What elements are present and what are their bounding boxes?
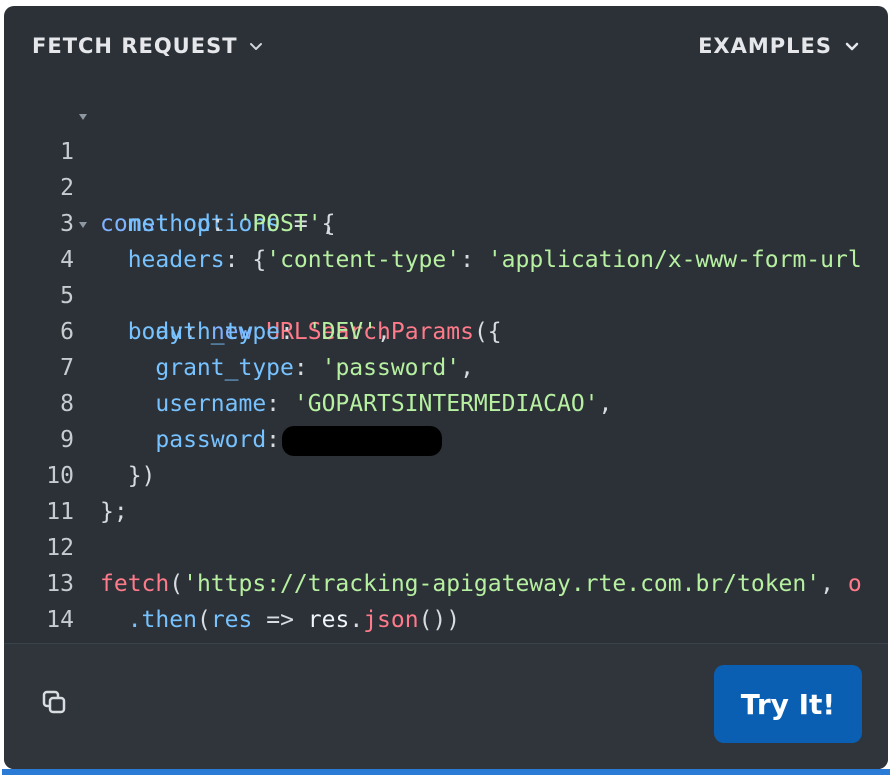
code-editor[interactable]: 1 const options = { 2 method: 'POST', 3 … [4,98,888,643]
bottom-accent-bar [2,769,890,775]
code-line: 9 }) [4,386,888,489]
code-line: 10 }; [4,422,888,525]
fold-triangle-icon[interactable] [78,112,88,122]
copy-icon[interactable] [38,686,74,722]
chevron-down-icon [249,43,262,50]
code-line: 6 grant_type: 'password', [4,278,888,381]
code-line: 15 .catch(err => console.error(err)); [4,602,888,638]
code-line: 2 method: 'POST', [4,134,888,237]
fetch-request-dropdown[interactable]: FETCH REQUEST [32,34,264,58]
try-it-button[interactable]: Try It! [714,665,862,743]
fetch-request-label: FETCH REQUEST [32,34,238,58]
code-line: 13 .then(res => res.json()) [4,530,888,633]
examples-dropdown[interactable]: EXAMPLES [698,34,860,58]
code-line: 12 fetch('https://tracking-apigateway.rt… [4,494,888,597]
code-line: 3 headers: {'content-type': 'application… [4,170,888,273]
fold-triangle-icon[interactable] [78,220,88,230]
screen-frame: FETCH REQUEST EXAMPLES 1 const options = [0,0,890,775]
code-line: 5 auth_type: 'DEV', [4,242,888,345]
code-line: 14 .then(res => console.log(res)) [4,566,888,633]
code-panel-header: FETCH REQUEST EXAMPLES [4,6,888,86]
code-sample-panel: FETCH REQUEST EXAMPLES 1 const options = [4,6,888,769]
code-line: 7 username: 'GOPARTSINTERMEDIACAO', [4,314,888,417]
code-line: 11 [4,458,888,525]
code-line: 4 body: new URLSearchParams({ [4,206,888,345]
code-line: 1 const options = { [4,98,888,237]
chevron-down-icon [845,42,859,51]
footer-divider [4,643,888,644]
examples-label: EXAMPLES [698,34,832,58]
code-line: 8 password: [4,350,888,456]
try-it-label: Try It! [740,687,836,721]
